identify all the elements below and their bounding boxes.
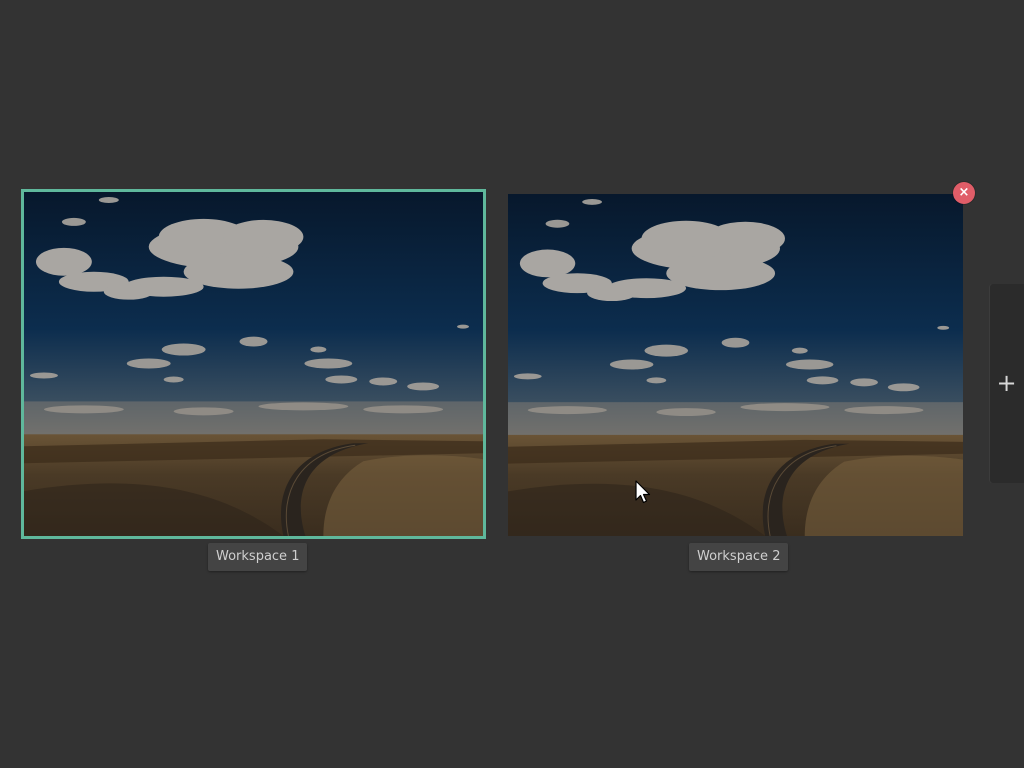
close-workspace-2-button[interactable]: × [953,182,975,204]
workspace-switcher: Workspace 1 Workspace 2 × + [0,0,1024,768]
workspace-1-thumbnail[interactable] [21,189,486,539]
workspace-1-label[interactable]: Workspace 1 [208,543,308,571]
workspace-2-wallpaper [508,194,963,536]
workspace-2-thumbnail[interactable] [508,194,963,536]
add-workspace-button[interactable]: + [989,284,1024,483]
mouse-pointer-icon [635,480,651,504]
workspace-1-wallpaper [24,192,483,536]
close-icon: × [958,185,970,200]
plus-icon: + [996,369,1017,397]
workspace-2-label[interactable]: Workspace 2 [689,543,789,571]
